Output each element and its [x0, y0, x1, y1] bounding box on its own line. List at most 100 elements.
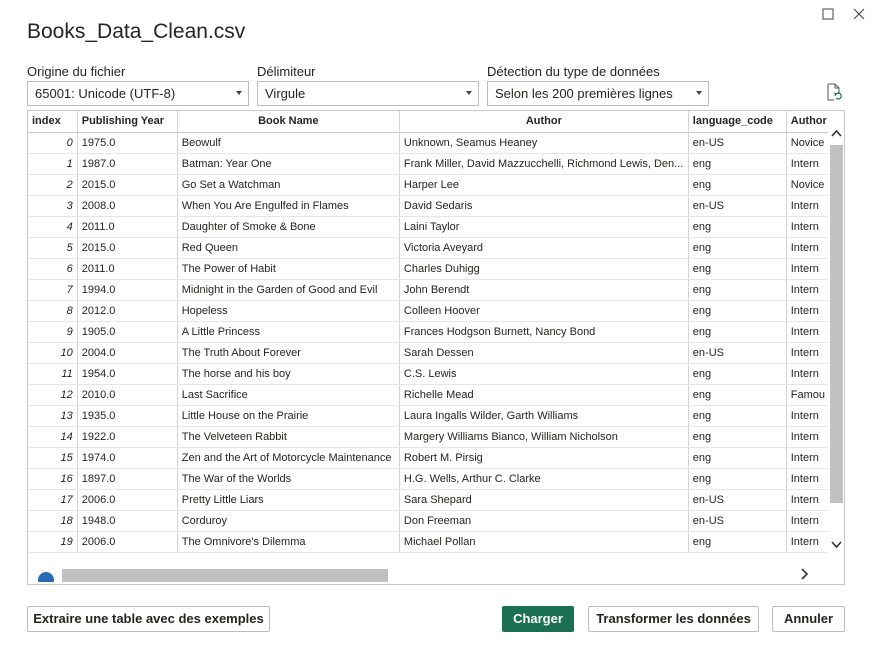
cell-author: Michael Pollan — [399, 531, 689, 553]
help-icon[interactable] — [36, 566, 56, 582]
cell-index: 4 — [28, 216, 78, 238]
cell-index: 8 — [28, 300, 78, 322]
cell-publishing-year: 2004.0 — [77, 342, 178, 364]
chevron-down-icon[interactable] — [830, 539, 843, 551]
cell-language-code: en-US — [688, 195, 787, 217]
table-row[interactable]: 14 1922.0 The Velveteen Rabbit Margery Will… — [28, 426, 844, 448]
chevron-down-icon — [696, 91, 702, 95]
table-row[interactable]: 5 2015.0 Red Queen Victoria Aveyard eng Inter… — [28, 237, 844, 259]
maximize-icon[interactable] — [820, 6, 836, 22]
cell-publishing-year: 1935.0 — [77, 405, 178, 427]
table-row[interactable]: 4 2011.0 Daughter of Smoke & Bone Laini Tay… — [28, 216, 844, 238]
table-row[interactable]: 6 2011.0 The Power of Habit Charles Duhigg e… — [28, 258, 844, 280]
cell-author: C.S. Lewis — [399, 363, 689, 385]
cell-author: Laura Ingalls Wilder, Garth Williams — [399, 405, 689, 427]
cell-language-code: eng — [688, 279, 787, 301]
cell-author: Colleen Hoover — [399, 300, 689, 322]
cell-book-name: Pretty Little Liars — [177, 489, 400, 511]
table-row[interactable]: 15 1974.0 Zen and the Art of Motorcycle Ma… — [28, 447, 844, 469]
cell-language-code: eng — [688, 363, 787, 385]
column-header-language-code[interactable]: language_code — [688, 111, 787, 133]
cell-author: Richelle Mead — [399, 384, 689, 406]
chevron-right-icon[interactable] — [798, 567, 812, 581]
column-header-book-name[interactable]: Book Name — [177, 111, 400, 133]
horizontal-scroll-thumb[interactable] — [62, 569, 388, 582]
origin-value: 65001: Unicode (UTF-8) — [35, 86, 176, 101]
cell-book-name: The Power of Habit — [177, 258, 400, 280]
cell-author: Robert M. Pirsig — [399, 447, 689, 469]
cell-publishing-year: 1975.0 — [77, 132, 178, 154]
dialog-title: Books_Data_Clean.csv — [27, 20, 246, 43]
detection-value: Selon les 200 premières lignes — [495, 86, 673, 101]
cell-author: David Sedaris — [399, 195, 689, 217]
origin-dropdown[interactable]: 65001: Unicode (UTF-8) — [27, 81, 249, 106]
cell-book-name: The War of the Worlds — [177, 468, 400, 490]
cell-publishing-year: 1897.0 — [77, 468, 178, 490]
transform-data-button[interactable]: Transformer les données — [588, 606, 759, 632]
cell-language-code: eng — [688, 447, 787, 469]
extract-table-button[interactable]: Extraire une table avec des exemples — [27, 606, 270, 632]
cell-index: 3 — [28, 195, 78, 217]
table-row[interactable]: 18 1948.0 Corduroy Don Freeman en-US Intern — [28, 510, 844, 532]
cell-index: 16 — [28, 468, 78, 490]
cell-book-name: Batman: Year One — [177, 153, 400, 175]
table-row[interactable]: 11 1954.0 The horse and his boy C.S. Lewis e… — [28, 363, 844, 385]
table-row[interactable]: 10 2004.0 The Truth About Forever Sarah Des… — [28, 342, 844, 364]
cell-index: 5 — [28, 237, 78, 259]
cell-index: 1 — [28, 153, 78, 175]
cell-author: Laini Taylor — [399, 216, 689, 238]
cell-language-code: eng — [688, 258, 787, 280]
load-button[interactable]: Charger — [502, 606, 574, 632]
chevron-down-icon — [466, 91, 472, 95]
cell-publishing-year: 2015.0 — [77, 174, 178, 196]
column-header-author[interactable]: Author — [399, 111, 689, 133]
cell-language-code: en-US — [688, 342, 787, 364]
cell-publishing-year: 1974.0 — [77, 447, 178, 469]
cell-author: Frances Hodgson Burnett, Nancy Bond — [399, 321, 689, 343]
cell-publishing-year: 2012.0 — [77, 300, 178, 322]
table-row[interactable]: 12 2010.0 Last Sacrifice Richelle Mead eng Fa… — [28, 384, 844, 406]
cell-language-code: en-US — [688, 489, 787, 511]
cell-book-name: The horse and his boy — [177, 363, 400, 385]
delimiter-label: Délimiteur — [257, 64, 316, 79]
cell-publishing-year: 1994.0 — [77, 279, 178, 301]
cell-author: John Berendt — [399, 279, 689, 301]
cell-index: 9 — [28, 321, 78, 343]
cell-language-code: eng — [688, 468, 787, 490]
table-row[interactable]: 1 1987.0 Batman: Year One Frank Miller, Dav… — [28, 153, 844, 175]
vertical-scroll-thumb[interactable] — [830, 145, 843, 503]
cancel-button[interactable]: Annuler — [772, 606, 845, 632]
table-row[interactable]: 3 2008.0 When You Are Engulfed in Flames Da… — [28, 195, 844, 217]
table-row[interactable]: 13 1935.0 Little House on the Prairie Laura… — [28, 405, 844, 427]
cell-index: 15 — [28, 447, 78, 469]
vertical-scrollbar[interactable] — [828, 111, 844, 561]
preview-grid[interactable]: index Publishing Year Book Name Author l… — [27, 110, 845, 585]
column-header-index[interactable]: index — [28, 111, 78, 133]
cell-publishing-year: 2008.0 — [77, 195, 178, 217]
horizontal-scrollbar[interactable] — [28, 564, 828, 584]
cell-book-name: The Velveteen Rabbit — [177, 426, 400, 448]
table-row[interactable]: 0 1975.0 Beowulf Unknown, Seamus Heaney en-U… — [28, 132, 844, 154]
detection-dropdown[interactable]: Selon les 200 premières lignes — [487, 81, 709, 106]
cell-language-code: en-US — [688, 132, 787, 154]
table-row[interactable]: 19 2006.0 The Omnivore's Dilemma Michael Po… — [28, 531, 844, 553]
origin-label: Origine du fichier — [27, 64, 126, 79]
table-row[interactable]: 2 2015.0 Go Set a Watchman Harper Lee eng Nov… — [28, 174, 844, 196]
delimiter-dropdown[interactable]: Virgule — [257, 81, 479, 106]
cell-author: Margery Williams Bianco, William Nichols… — [399, 426, 689, 448]
column-header-publishing-year[interactable]: Publishing Year — [77, 111, 178, 133]
cell-book-name: Daughter of Smoke & Bone — [177, 216, 400, 238]
cell-index: 14 — [28, 426, 78, 448]
table-row[interactable]: 16 1897.0 The War of the Worlds H.G. Wells,… — [28, 468, 844, 490]
chevron-up-icon[interactable] — [830, 127, 843, 139]
close-icon[interactable] — [851, 6, 867, 22]
cell-publishing-year: 2006.0 — [77, 489, 178, 511]
table-row[interactable]: 17 2006.0 Pretty Little Liars Sara Shepard e… — [28, 489, 844, 511]
table-row[interactable]: 8 2012.0 Hopeless Colleen Hoover eng Intern — [28, 300, 844, 322]
cell-index: 11 — [28, 363, 78, 385]
cell-author: Harper Lee — [399, 174, 689, 196]
refresh-icon[interactable] — [825, 83, 843, 101]
table-row[interactable]: 9 1905.0 A Little Princess Frances Hodgson … — [28, 321, 844, 343]
cell-author: Charles Duhigg — [399, 258, 689, 280]
table-row[interactable]: 7 1994.0 Midnight in the Garden of Good an… — [28, 279, 844, 301]
